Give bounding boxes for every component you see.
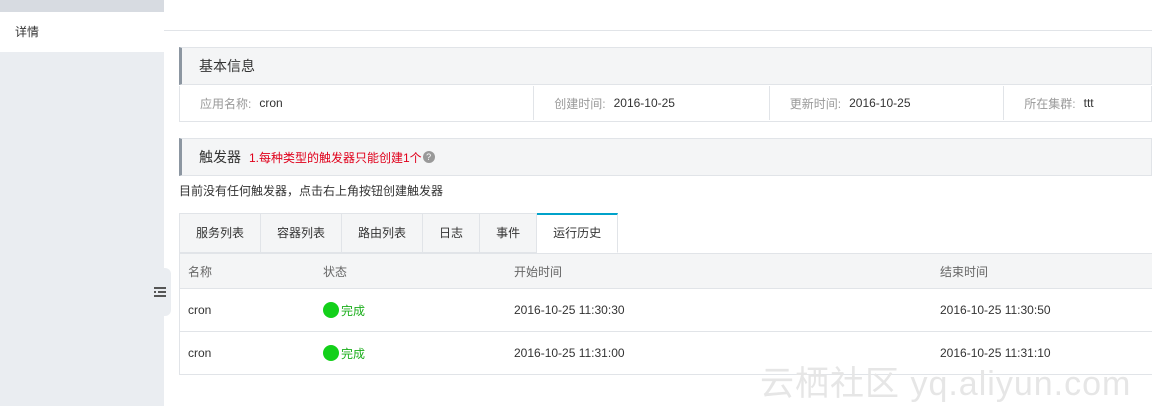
column-header-status: 状态	[323, 264, 348, 279]
detail-tabs: 服务列表 容器列表 路由列表 日志 事件 运行历史	[179, 213, 619, 253]
updated-time-value: 2016-10-25	[849, 96, 911, 110]
triggers-title: 触发器	[199, 149, 241, 165]
collapse-menu-icon	[154, 287, 166, 297]
sidebar-item-details[interactable]: 详情	[0, 12, 164, 52]
tab-events[interactable]: 事件	[480, 213, 538, 253]
status-badge: 完成	[323, 302, 506, 319]
tab-containers[interactable]: 容器列表	[261, 213, 343, 253]
updated-time-label: 更新时间:	[789, 96, 842, 111]
triggers-empty-message: 目前没有任何触发器，点击右上角按钮创建触发器	[179, 184, 444, 198]
cluster-field: 所在集群: ttt	[1004, 86, 1151, 120]
created-time-value: 2016-10-25	[613, 96, 675, 110]
triggers-note: 1.每种类型的触发器只能创建1个	[249, 150, 422, 165]
row-status: 完成	[315, 345, 506, 362]
status-label: 完成	[341, 303, 366, 318]
column-header-start-time: 开始时间	[514, 264, 563, 279]
watermark: 云栖社区 yq.aliyun.com	[760, 365, 1132, 403]
tab-run-history[interactable]: 运行历史	[537, 213, 619, 253]
updated-time-field: 更新时间: 2016-10-25	[770, 86, 1005, 120]
app-name-field: 应用名称: cron	[180, 86, 535, 120]
basic-info-title: 基本信息	[199, 58, 255, 74]
app-name-value: cron	[259, 96, 283, 110]
cluster-label: 所在集群:	[1024, 96, 1076, 111]
row-name: cron	[188, 346, 212, 360]
column-header-end-time: 结束时间	[940, 264, 989, 279]
status-success-icon	[323, 345, 339, 361]
created-time-label: 创建时间:	[554, 96, 606, 111]
column-header-name: 名称	[188, 264, 213, 279]
status-success-icon	[323, 302, 339, 318]
cluster-value: ttt	[1083, 96, 1094, 110]
tab-logs[interactable]: 日志	[423, 213, 481, 253]
row-end-time: 2016-10-25 11:30:50	[940, 303, 1051, 317]
sidebar-header-strip	[0, 0, 164, 12]
created-time-field: 创建时间: 2016-10-25	[534, 86, 770, 120]
row-start-time: 2016-10-25 11:30:30	[514, 303, 625, 317]
status-label: 完成	[341, 346, 366, 361]
app-name-label: 应用名称:	[200, 96, 252, 111]
basic-info-row: 应用名称: cron 创建时间: 2016-10-25 更新时间: 2016-1…	[179, 86, 1152, 122]
status-badge: 完成	[323, 345, 506, 362]
sidebar-collapse-toggle[interactable]	[149, 268, 171, 316]
table-header: 名称 状态 开始时间 结束时间	[180, 254, 1152, 289]
tab-routes[interactable]: 路由列表	[342, 213, 424, 253]
sidebar: 详情	[0, 0, 164, 406]
table-row: cron 完成 2016-10-25 11:30:30 2016-10-25 1…	[180, 289, 1152, 332]
top-divider	[164, 30, 1152, 31]
tab-services[interactable]: 服务列表	[179, 213, 262, 253]
question-circle-icon[interactable]: ?	[422, 151, 435, 163]
row-name: cron	[188, 303, 212, 317]
basic-info-header: 基本信息	[179, 47, 1152, 85]
row-status: 完成	[315, 302, 506, 319]
triggers-header: 触发器 1.每种类型的触发器只能创建1个 ?	[179, 138, 1152, 176]
